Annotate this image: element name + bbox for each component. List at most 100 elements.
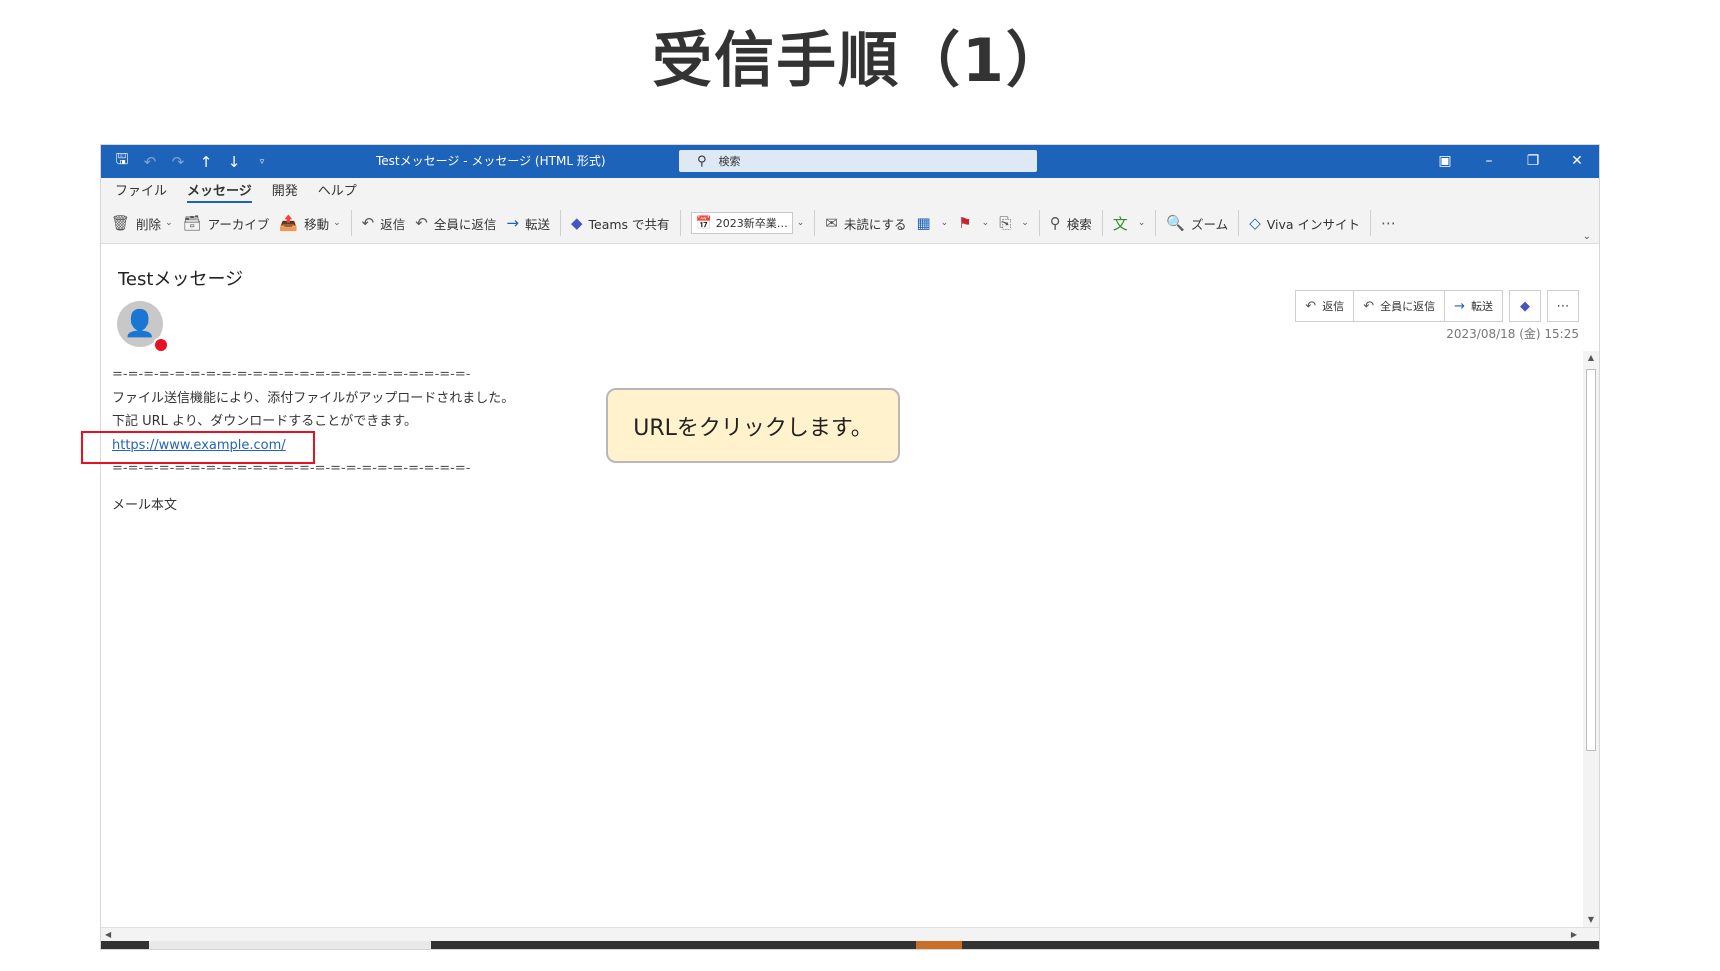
- teams-icon: ◆: [1520, 298, 1530, 314]
- ribbon-collapse-icon[interactable]: ⌄: [1583, 231, 1591, 242]
- url-highlight-box: [81, 431, 315, 464]
- tab-developer[interactable]: 開発: [272, 180, 298, 203]
- forward-label: 転送: [524, 216, 550, 232]
- inline-reply-all-button[interactable]: ↶ 全員に返信: [1354, 291, 1446, 321]
- inline-more-button[interactable]: ⋯: [1547, 290, 1579, 322]
- viva-icon: ◇: [1249, 214, 1261, 232]
- chevron-down-icon[interactable]: ⌄: [941, 218, 949, 228]
- delete-button[interactable]: 🗑 削除 ⌄: [111, 214, 173, 233]
- reply-all-label: 全員に返信: [433, 216, 497, 232]
- inline-reply-label: 返信: [1322, 300, 1345, 313]
- search-placeholder: 検索: [718, 155, 741, 168]
- horizontal-scrollbar[interactable]: ◀ ▶: [101, 927, 1599, 942]
- envelope-icon: ✉: [825, 214, 838, 232]
- move-icon: 📤: [279, 214, 299, 232]
- chevron-down-icon[interactable]: ⌄: [165, 218, 173, 228]
- teams-share-button[interactable]: ◆ Teams で共有: [571, 214, 670, 233]
- divider: [1238, 210, 1240, 236]
- more-options-button[interactable]: ⋯: [1381, 214, 1402, 232]
- follow-up-button[interactable]: ⚑ ⌄: [958, 214, 989, 232]
- ribbon-display-icon[interactable]: ▣: [1423, 145, 1467, 178]
- taskbar-segment: [916, 941, 962, 949]
- calendar-icon: 📅: [695, 215, 712, 231]
- scroll-left-icon[interactable]: ◀: [105, 928, 111, 942]
- rules-button[interactable]: ⎘ ⌄: [999, 214, 1029, 232]
- viva-insights-button[interactable]: ◇ Viva インサイト: [1249, 214, 1360, 233]
- instruction-callout: URLをクリックします。: [606, 388, 900, 463]
- customize-toolbar-icon[interactable]: ▿: [253, 157, 271, 167]
- vertical-scrollbar[interactable]: ▲ ▼: [1583, 351, 1599, 927]
- reply-icon: ↶: [361, 214, 375, 232]
- divider: [559, 210, 561, 236]
- title-bar: 🖫 ↶ ↷ ↑ ↓ ▿ Testメッセージ - メッセージ (HTML 形式) …: [101, 145, 1599, 178]
- body-label: メール本文: [112, 497, 178, 513]
- reply-all-icon: ↶: [1363, 298, 1375, 314]
- magnifier-icon: 🔍: [1166, 214, 1186, 232]
- search-box[interactable]: ⚲ 検索: [679, 150, 1037, 172]
- chevron-down-icon[interactable]: ⌄: [797, 218, 805, 228]
- ribbon-toolbar: 🗑 削除 ⌄ 🗃 アーカイブ 📤 移動 ⌄ ↶ 返信 ↶ 全員に返信 → 転送 ◆ Teams で…: [101, 203, 1599, 244]
- reply-all-button[interactable]: ↶ 全員に返信: [415, 214, 496, 233]
- message-date: 2023/08/18 (金) 15:25: [1446, 327, 1579, 341]
- tab-file[interactable]: ファイル: [115, 180, 167, 203]
- chevron-down-icon[interactable]: ⌄: [333, 218, 341, 228]
- ribbon-search-button[interactable]: ⚲ 検索: [1050, 214, 1092, 233]
- minimize-button[interactable]: –: [1467, 145, 1511, 178]
- flag-icon: ⚑: [958, 214, 972, 232]
- next-item-icon[interactable]: ↓: [225, 153, 243, 171]
- ribbon-tabs: ファイル メッセージ 開発 ヘルプ: [101, 178, 1599, 203]
- translate-button[interactable]: 文 ⌄: [1113, 213, 1146, 234]
- slide-title: 受信手順（1）: [652, 26, 1068, 96]
- reply-icon: ↶: [1305, 298, 1317, 314]
- viva-label: Viva インサイト: [1266, 216, 1361, 232]
- archive-button[interactable]: 🗃 アーカイブ: [183, 214, 270, 233]
- window-title: Testメッセージ - メッセージ (HTML 形式): [376, 154, 606, 168]
- inline-forward-label: 転送: [1471, 300, 1493, 313]
- scroll-right-icon[interactable]: ▶: [1571, 928, 1577, 942]
- trash-icon: 🗑: [111, 214, 131, 232]
- previous-item-icon[interactable]: ↑: [197, 153, 215, 171]
- chevron-down-icon[interactable]: ⌄: [1138, 218, 1146, 228]
- mark-unread-button[interactable]: ✉ 未読にする: [825, 214, 906, 233]
- reply-all-icon: ↶: [415, 214, 428, 232]
- inline-teams-button[interactable]: ◆: [1509, 290, 1541, 322]
- teams-icon: ◆: [570, 214, 583, 232]
- reply-button[interactable]: ↶ 返信: [362, 214, 406, 233]
- quick-access-toolbar: 🖫 ↶ ↷ ↑ ↓ ▿: [113, 145, 271, 178]
- divider: [1155, 210, 1157, 236]
- undo-icon[interactable]: ↶: [141, 153, 159, 171]
- taskbar-strip: [101, 941, 1599, 949]
- more-icon: ⋯: [1381, 214, 1397, 232]
- zoom-button[interactable]: 🔍 ズーム: [1166, 214, 1228, 233]
- body-line: 下記 URL より、ダウンロードすることができます。: [112, 414, 417, 429]
- calendar-dropdown[interactable]: 📅 2023新卒業… ⌄: [690, 212, 805, 234]
- divider: [350, 210, 352, 236]
- redo-icon[interactable]: ↷: [169, 153, 187, 171]
- move-button[interactable]: 📤 移動 ⌄: [279, 214, 340, 233]
- divider: [679, 210, 681, 236]
- mark-unread-label: 未読にする: [843, 216, 907, 232]
- search-icon: ⚲: [1049, 214, 1061, 232]
- categorize-button[interactable]: ▦ ⌄: [916, 214, 948, 232]
- tab-message[interactable]: メッセージ: [187, 180, 252, 203]
- tab-help[interactable]: ヘルプ: [318, 180, 357, 203]
- forward-button[interactable]: → 転送: [506, 214, 550, 233]
- forward-icon: →: [506, 214, 519, 232]
- scroll-down-icon[interactable]: ▼: [1583, 913, 1599, 927]
- chevron-down-icon[interactable]: ⌄: [1021, 218, 1029, 228]
- ribbon-search-label: 検索: [1066, 216, 1092, 232]
- outlook-message-window: 🖫 ↶ ↷ ↑ ↓ ▿ Testメッセージ - メッセージ (HTML 形式) …: [100, 144, 1600, 950]
- inline-reply-all-label: 全員に返信: [1380, 300, 1436, 313]
- scroll-up-icon[interactable]: ▲: [1583, 351, 1599, 365]
- teams-share-label: Teams で共有: [588, 216, 670, 232]
- chevron-down-icon[interactable]: ⌄: [982, 218, 990, 228]
- presence-status-icon: [153, 337, 169, 353]
- inline-reply-button[interactable]: ↶ 返信: [1296, 291, 1355, 321]
- scrollbar-thumb[interactable]: [1586, 369, 1596, 751]
- search-icon: ⚲: [697, 153, 707, 169]
- reply-label: 返信: [380, 216, 406, 232]
- save-icon[interactable]: 🖫: [113, 149, 131, 174]
- inline-forward-button[interactable]: → 転送: [1445, 291, 1502, 321]
- close-button[interactable]: ✕: [1555, 145, 1599, 178]
- restore-button[interactable]: ❐: [1511, 145, 1555, 178]
